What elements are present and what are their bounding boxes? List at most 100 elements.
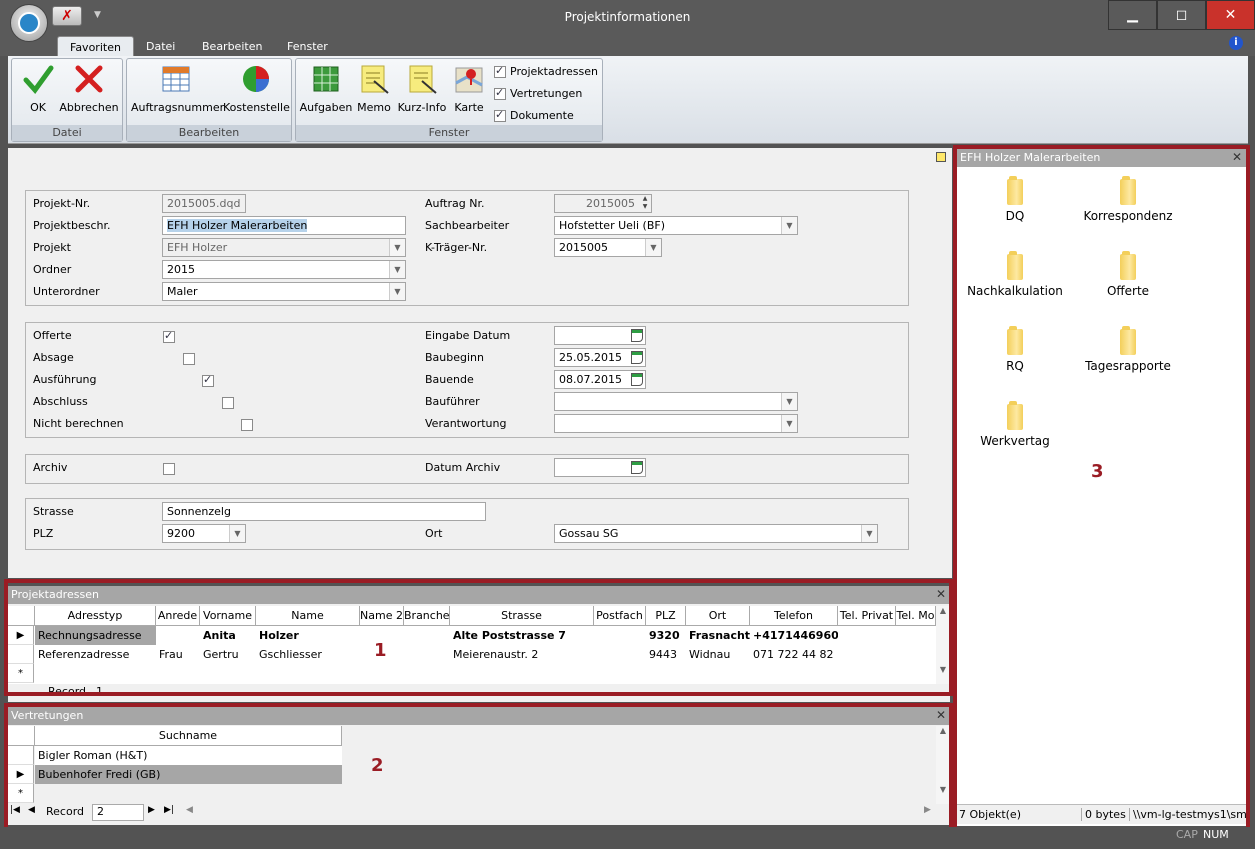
table-cell[interactable]: 071 722 44 82 <box>750 645 838 664</box>
folder-icon[interactable] <box>1007 326 1023 355</box>
close-icon[interactable]: ✕ <box>1232 150 1242 164</box>
ok-button[interactable]: OK <box>18 63 58 114</box>
projekt-nr-field[interactable]: 2015005.dqd <box>162 194 246 213</box>
verantwortung-dropdown[interactable]: ▼ <box>554 414 798 433</box>
abschluss-checkbox[interactable] <box>221 397 234 409</box>
qat-customize-dropdown-icon[interactable]: ▼ <box>94 10 101 20</box>
spinner-arrows-icon[interactable]: ▲ ▼ <box>639 195 651 212</box>
folder-icon[interactable] <box>1120 251 1136 280</box>
table-cell[interactable]: 9443 <box>646 645 686 664</box>
tab-fenster[interactable]: Fenster <box>275 36 340 56</box>
karte-button[interactable]: Karte <box>450 63 488 114</box>
vertical-scrollbar[interactable]: ▲ ▼ <box>936 606 950 684</box>
vertretungen-toggle[interactable]: Vertretungen <box>494 86 582 100</box>
table-cell[interactable]: Meierenaustr. 2 <box>450 645 594 664</box>
column-header[interactable]: PLZ <box>646 606 686 626</box>
bauende-field[interactable]: 08.07.2015 <box>554 370 646 389</box>
table-cell[interactable]: Widnau <box>686 645 750 664</box>
sachbearbeiter-dropdown[interactable]: Hofstetter Ueli (BF) ▼ <box>554 216 798 235</box>
folder-label[interactable]: Werkvertag <box>945 434 1085 448</box>
nicht-berechnen-checkbox[interactable] <box>241 419 253 431</box>
ausfuehrung-checkbox[interactable] <box>202 373 214 387</box>
current-row-arrow-icon[interactable]: ▶ <box>8 626 34 645</box>
column-header[interactable]: Vorname <box>200 606 256 626</box>
maximize-button[interactable]: ◻ <box>1157 0 1206 30</box>
folder-icon[interactable] <box>1120 326 1136 355</box>
ordner-dropdown[interactable]: 2015 ▼ <box>162 260 406 279</box>
table-cell[interactable]: Bubenhofer Fredi (GB) <box>35 765 342 784</box>
folder-label[interactable]: Korrespondenz <box>1058 209 1198 223</box>
help-icon[interactable]: i <box>1229 36 1243 50</box>
last-record-icon[interactable]: ▶| <box>164 805 174 815</box>
folder-icon[interactable] <box>1007 176 1023 205</box>
strasse-field[interactable]: Sonnenzelg <box>162 502 486 521</box>
folder-label[interactable]: Offerte <box>1058 284 1198 298</box>
tab-datei[interactable]: Datei <box>134 36 187 56</box>
record-number[interactable]: 1 <box>96 685 103 698</box>
projekt-dropdown[interactable]: EFH Holzer ▼ <box>162 238 406 257</box>
unterordner-dropdown[interactable]: Maler ▼ <box>162 282 406 301</box>
tab-favoriten[interactable]: Favoriten <box>57 36 134 56</box>
folder-icon[interactable] <box>1120 176 1136 205</box>
close-button[interactable]: ✕ <box>1206 0 1255 30</box>
scroll-left-icon[interactable]: ◀ <box>186 805 193 815</box>
column-header[interactable]: Tel. Privat <box>838 606 896 626</box>
auftrag-nr-spinner[interactable]: 2015005 ▲ ▼ <box>554 194 652 213</box>
vertical-scrollbar[interactable]: ▲ ▼ <box>936 726 950 804</box>
plz-dropdown[interactable]: 9200 ▼ <box>162 524 246 543</box>
calendar-icon[interactable] <box>631 373 643 386</box>
table-cell[interactable]: Rechnungsadresse <box>35 626 156 645</box>
column-header[interactable]: Postfach <box>594 606 646 626</box>
qat-cancel-button[interactable]: ✗ <box>52 6 82 26</box>
ktraeger-dropdown[interactable]: 2015005 ▼ <box>554 238 662 257</box>
row-selector[interactable] <box>8 746 34 765</box>
auftragsnummer-button[interactable]: Auftragsnummer <box>131 63 224 114</box>
first-record-icon[interactable]: |◀ <box>10 805 20 815</box>
table-cell[interactable]: Frau <box>156 645 200 664</box>
table-cell[interactable]: 9320 <box>646 626 686 645</box>
column-header[interactable]: Adresstyp <box>35 606 156 626</box>
tab-bearbeiten[interactable]: Bearbeiten <box>190 36 274 56</box>
next-record-icon[interactable]: ▶ <box>148 805 155 815</box>
abbrechen-button[interactable]: Abbrechen <box>58 63 120 114</box>
table-cell[interactable]: Frasnacht <box>686 626 750 645</box>
column-header[interactable]: Anrede <box>156 606 200 626</box>
table-cell[interactable]: Alte Poststrasse 7 <box>450 626 594 645</box>
folder-icon[interactable] <box>1007 251 1023 280</box>
column-header[interactable]: Name <box>256 606 360 626</box>
datum-archiv-field[interactable] <box>554 458 646 477</box>
table-cell[interactable] <box>156 626 200 645</box>
baubeginn-field[interactable]: 25.05.2015 <box>554 348 646 367</box>
calendar-icon[interactable] <box>631 351 643 364</box>
calendar-icon[interactable] <box>631 461 643 474</box>
table-cell[interactable]: Holzer <box>256 626 360 645</box>
eingabe-datum-field[interactable] <box>554 326 646 345</box>
archiv-checkbox[interactable] <box>163 463 175 475</box>
projektbeschr-field[interactable]: EFH Holzer Malerarbeiten <box>162 216 406 235</box>
minimize-button[interactable]: ▁ <box>1108 0 1157 30</box>
projektadressen-toggle[interactable]: Projektadressen <box>494 64 598 78</box>
vertretungen-checkbox[interactable] <box>494 86 506 100</box>
table-cell[interactable]: Anita <box>200 626 256 645</box>
calendar-icon[interactable] <box>631 329 643 342</box>
offerte-checkbox[interactable] <box>163 329 175 343</box>
table-cell[interactable]: Gschliesser <box>256 645 360 664</box>
ort-dropdown[interactable]: Gossau SG ▼ <box>554 524 878 543</box>
dokumente-toggle[interactable]: Dokumente <box>494 108 574 122</box>
folder-icon[interactable] <box>1007 401 1023 430</box>
column-header[interactable]: Strasse <box>450 606 594 626</box>
column-header[interactable]: Branche <box>404 606 450 626</box>
dokumente-checkbox[interactable] <box>494 108 506 122</box>
column-header[interactable]: Tel. Mo <box>896 606 936 626</box>
table-cell[interactable]: Referenzadresse <box>35 645 156 664</box>
memo-button[interactable]: Memo <box>354 63 394 114</box>
application-menu-button[interactable] <box>10 4 48 42</box>
column-header[interactable]: Name 2 <box>360 606 404 626</box>
aufgaben-button[interactable]: Aufgaben <box>298 63 354 114</box>
close-icon[interactable]: ✕ <box>936 587 946 601</box>
close-icon[interactable]: ✕ <box>936 708 946 722</box>
row-selector[interactable] <box>8 645 34 664</box>
new-row-marker[interactable]: * <box>8 784 34 803</box>
baufuehrer-dropdown[interactable]: ▼ <box>554 392 798 411</box>
scroll-right-icon[interactable]: ▶ <box>924 805 931 815</box>
